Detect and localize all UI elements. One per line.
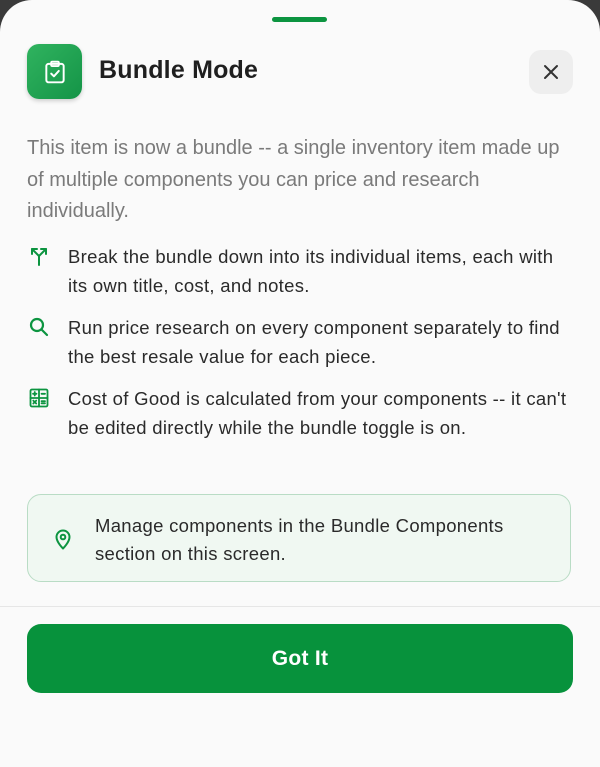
drag-handle[interactable] xyxy=(272,17,327,22)
feature-text: Run price research on every component se… xyxy=(68,317,560,367)
info-callout: Manage components in the Bundle Componen… xyxy=(27,494,571,582)
split-arrows-icon xyxy=(31,248,47,266)
feature-text: Break the bundle down into its individua… xyxy=(68,246,554,296)
intro-text: This item is now a bundle -- a single in… xyxy=(27,137,560,222)
search-icon xyxy=(29,317,49,337)
clipboard-check-icon xyxy=(27,44,82,99)
callout-text: Manage components in the Bundle Componen… xyxy=(95,515,504,564)
calculator-icon xyxy=(29,388,49,408)
feature-text: Cost of Good is calculated from your com… xyxy=(68,388,567,438)
got-it-button[interactable]: Got It xyxy=(27,624,573,693)
close-button[interactable] xyxy=(529,50,573,94)
bundle-mode-sheet: Bundle Mode This item is now a bundle --… xyxy=(0,0,600,767)
divider xyxy=(0,606,600,607)
location-pin-icon xyxy=(55,529,71,550)
page-title: Bundle Mode xyxy=(99,56,259,84)
close-icon xyxy=(544,65,558,79)
sheet-header: Bundle Mode xyxy=(27,44,573,100)
